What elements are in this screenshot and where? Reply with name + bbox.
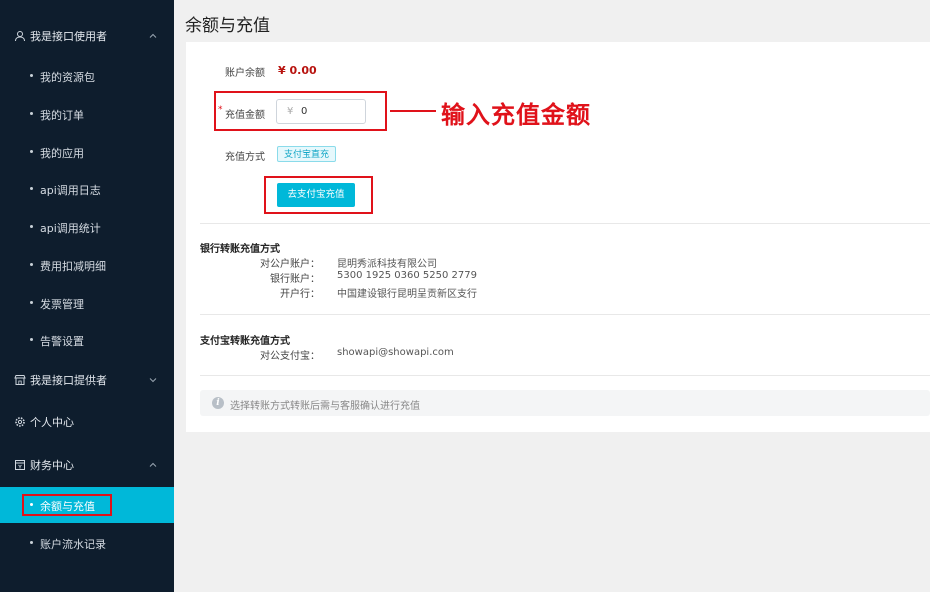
bank-account-number-label: 银行账户： [270,274,320,285]
bullet-dot [30,338,33,341]
notice-text: 选择转账方式转账后需与客服确认进行充值 [230,401,420,412]
sidebar-item-orders[interactable]: 我的订单 [0,96,174,132]
bullet-dot [30,541,33,544]
alipay-transfer-title: 支付宝转账充值方式 [200,336,290,347]
sidebar-item-api-stats[interactable]: api调用统计 [0,209,174,245]
sidebar-group-label: 我是接口提供者 [30,374,107,387]
chevron-up-icon [149,462,157,467]
sidebar-item-label: api调用日志 [40,184,101,197]
sidebar-group-api-provider[interactable]: 我是接口提供者 [0,366,174,394]
method-label: 充值方式 [225,152,265,163]
bullet-dot [30,74,33,77]
sidebar-item-label: 我的应用 [40,147,84,160]
sidebar-item-resource-pack[interactable]: 我的资源包 [0,58,174,94]
alipay-account-label: 对公支付宝： [260,351,320,362]
sidebar-item-balance-recharge[interactable]: 余额与充值 [0,487,174,523]
wallet-icon [15,460,25,470]
balance-label: 账户余额 [225,68,265,79]
recharge-amount-input[interactable]: ¥ 0 [276,99,366,124]
chevron-up-icon [149,33,157,38]
sidebar-item-label: 费用扣减明细 [40,260,106,273]
sidebar-item-apps[interactable]: 我的应用 [0,134,174,170]
amount-label: 充值金额 [225,110,265,121]
divider [200,223,930,224]
gear-icon [15,417,25,427]
bullet-dot [30,187,33,190]
bullet-dot [30,112,33,115]
alipay-recharge-button[interactable]: 去支付宝充值 [277,183,355,207]
required-mark: * [218,105,223,115]
sidebar-group-api-user[interactable]: 我是接口使用者 [0,22,174,50]
bank-account-name-label: 对公户账户： [260,259,320,270]
chevron-down-icon [149,378,157,383]
sidebar-item-alerts[interactable]: 告警设置 [0,322,174,358]
sidebar-item-account-flow[interactable]: 账户流水记录 [0,525,174,561]
info-icon: i [212,397,224,409]
bank-account-name-value: 昆明秀派科技有限公司 [337,259,437,270]
store-icon [14,375,26,385]
balance-value: ¥ 0.00 [278,64,317,77]
sidebar: 我是接口使用者 我的资源包 我的订单 我的应用 api调用日志 api调用统计 … [0,0,174,592]
annotation-text: 输入充值金额 [441,101,591,129]
alipay-method-tag[interactable]: 支付宝直充 [277,146,337,162]
sidebar-item-label: 我的资源包 [40,71,95,84]
bullet-dot [30,503,33,506]
sidebar-item-api-log[interactable]: api调用日志 [0,171,174,207]
bank-account-number-value: 5300 1925 0360 5250 2779 [337,270,477,281]
bullet-dot [30,263,33,266]
sidebar-item-invoices[interactable]: 发票管理 [0,285,174,321]
notice-bar: i 选择转账方式转账后需与客服确认进行充值 [200,390,930,416]
sidebar-item-label: api调用统计 [40,222,101,235]
bank-branch-value: 中国建设银行昆明呈贡新区支行 [337,289,477,300]
sidebar-item-fee-details[interactable]: 费用扣减明细 [0,247,174,283]
user-icon [15,31,25,42]
bank-transfer-title: 银行转账充值方式 [200,244,280,255]
sidebar-item-label: 告警设置 [40,335,84,348]
sidebar-item-label: 发票管理 [40,298,84,311]
bullet-dot [30,225,33,228]
alipay-account-value: showapi@showapi.com [337,347,454,358]
sidebar-group-finance[interactable]: 财务中心 [0,451,174,479]
divider [200,314,930,315]
divider [200,375,930,376]
page-title: 余额与充值 [185,16,270,36]
currency-symbol: ¥ [287,106,294,117]
sidebar-item-label: 余额与充值 [40,500,95,513]
bullet-dot [30,150,33,153]
amount-value: 0 [301,106,308,117]
sidebar-group-label: 个人中心 [30,416,74,429]
sidebar-group-personal-center[interactable]: 个人中心 [0,408,174,436]
sidebar-item-label: 我的订单 [40,109,84,122]
annotation-connector [390,110,436,112]
sidebar-group-label: 财务中心 [30,459,74,472]
sidebar-group-label: 我是接口使用者 [30,30,107,43]
bank-branch-label: 开户行： [280,289,320,300]
sidebar-item-label: 账户流水记录 [40,538,106,551]
bullet-dot [30,301,33,304]
